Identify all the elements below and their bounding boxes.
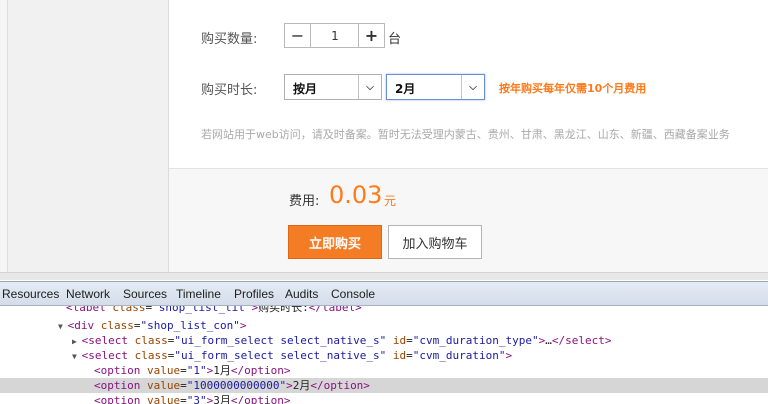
- page-bottom-strip: [0, 272, 768, 280]
- tag-open: <option: [94, 364, 141, 377]
- left-sidebar-inner: [7, 0, 168, 272]
- expanded-triangle-icon[interactable]: ▼: [72, 352, 82, 361]
- tag-close: >: [505, 349, 513, 362]
- attr-name: class: [112, 306, 146, 314]
- dom-tree-line[interactable]: ▶ <select class = "ui_form_select select_n…: [0, 333, 768, 348]
- duration-type-value: 按月: [293, 82, 318, 96]
- fee-label: 费用:: [289, 194, 320, 209]
- equals: =: [406, 349, 413, 362]
- node-text: 1月: [213, 364, 231, 377]
- fee-unit: 元: [384, 194, 397, 208]
- tab-profiles[interactable]: Profiles: [234, 287, 274, 301]
- tag-open: <select: [81, 349, 128, 362]
- tab-sources[interactable]: Sources: [123, 287, 167, 301]
- minus-button[interactable]: −: [285, 24, 311, 47]
- attr-value: "cvm_duration": [412, 349, 506, 362]
- equals: =: [180, 379, 187, 392]
- attr-name: value: [146, 379, 181, 392]
- quantity-unit: 台: [388, 32, 402, 47]
- duration-select[interactable]: 2月 ⌵: [386, 74, 485, 100]
- attr-value: "1000000000000": [186, 379, 287, 392]
- chevron-down-icon: ⌵: [461, 75, 484, 99]
- collapsed-triangle-icon[interactable]: ▶: [72, 337, 82, 346]
- attr-name: class: [134, 349, 168, 362]
- attr-value: "1": [186, 364, 207, 377]
- quantity-input[interactable]: [311, 24, 359, 47]
- tag-end: </option>: [230, 394, 291, 404]
- duration-value: 2月: [395, 82, 416, 96]
- tag-end: </option>: [310, 379, 370, 392]
- tab-console[interactable]: Console: [331, 287, 375, 301]
- expanded-triangle-icon[interactable]: ▼: [58, 322, 68, 331]
- fee-value: 0.03: [329, 181, 383, 209]
- attr-name: id: [392, 349, 407, 362]
- duration-type-select[interactable]: 按月 ⌵: [284, 74, 382, 100]
- equals: =: [133, 319, 141, 332]
- filing-note: 若网站用于web访问，请及时备案。暂时无法受理内蒙古、贵州、甘肃、黑龙江、山东、…: [201, 128, 730, 141]
- attr-name: class: [100, 319, 134, 332]
- dom-tree-line[interactable]: <option value="3">3月</option>: [0, 393, 768, 404]
- add-to-cart-button[interactable]: 加入购物车: [388, 225, 482, 259]
- equals: =: [180, 394, 187, 404]
- chevron-down-icon: ⌵: [358, 75, 381, 99]
- dom-tree-line[interactable]: ▼ <select class = "ui_form_select select_n…: [0, 348, 768, 363]
- left-sidebar: [0, 0, 169, 272]
- dom-tree: <label class="shop_list_tit">购买时长:</labe…: [0, 306, 768, 404]
- tag-open: <select: [81, 334, 128, 347]
- tag-open: <option: [94, 379, 141, 392]
- attr-value: "ui_form_select select_native_s": [174, 349, 387, 362]
- tab-timeline[interactable]: Timeline: [176, 287, 221, 301]
- tag-open: <option: [94, 394, 141, 404]
- tag-open: <label: [66, 306, 106, 314]
- tag-end: </select>: [551, 334, 612, 347]
- attr-value: "ui_form_select select_native_s": [174, 334, 387, 347]
- node-text: …: [545, 334, 552, 347]
- buy-now-button[interactable]: 立即购买: [288, 225, 382, 259]
- attr-value: "shop_list_tit": [152, 306, 252, 314]
- node-text: 3月: [213, 394, 231, 404]
- attr-value: "cvm_duration_type": [412, 334, 539, 347]
- dom-tree-line[interactable]: <option value="1">1月</option>: [0, 363, 768, 378]
- promo-text: 按年购买每年仅需10个月费用: [499, 82, 647, 95]
- tag-open: <div: [67, 319, 95, 332]
- tag-close: >: [239, 319, 247, 332]
- node-text: 购买时长:: [258, 306, 309, 314]
- plus-button[interactable]: +: [358, 24, 384, 47]
- node-text: 2月: [292, 379, 311, 392]
- equals: =: [180, 364, 187, 377]
- tag-end: </option>: [230, 364, 291, 377]
- dom-tree-line[interactable]: ▼ <div class="shop_list_con">: [0, 318, 768, 333]
- tab-resources[interactable]: Resources: [2, 287, 59, 301]
- tag-end: </label>: [308, 306, 362, 314]
- duration-label: 购买时长:: [201, 83, 258, 98]
- tab-audits[interactable]: Audits: [285, 287, 318, 301]
- dom-tree-line[interactable]: <label class="shop_list_tit">购买时长:</labe…: [0, 306, 768, 315]
- equals: =: [406, 334, 413, 347]
- quantity-label: 购买数量:: [201, 32, 258, 47]
- quantity-stepper: − +: [284, 23, 385, 48]
- dom-tree-line[interactable]: <option value="1000000000000">2月</option…: [0, 378, 768, 393]
- attr-value: "shop_list_con": [140, 319, 240, 332]
- attr-value: "3": [186, 394, 207, 404]
- tab-network[interactable]: Network: [66, 287, 110, 301]
- attr-name: id: [392, 334, 407, 347]
- attr-name: class: [134, 334, 168, 347]
- attr-name: value: [146, 394, 181, 404]
- attr-name: value: [146, 364, 181, 377]
- tag-close: >: [286, 379, 293, 392]
- devtools-tab-bar: Resources Network Sources Timeline Profi…: [0, 281, 768, 306]
